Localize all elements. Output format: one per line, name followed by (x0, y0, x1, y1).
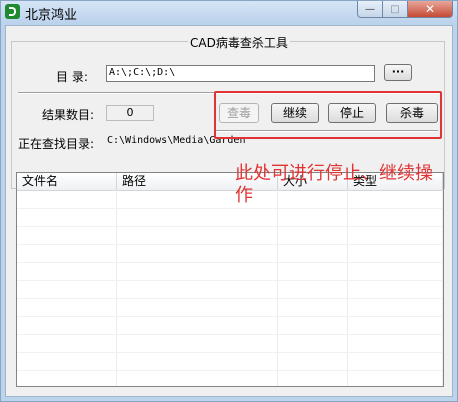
list-row (17, 280, 443, 281)
window-title: 北京鸿业 (25, 8, 78, 23)
result-count-label: 结果数目: (42, 108, 95, 122)
title-bar[interactable]: 北京鸿业 — □ ✕ (1, 1, 457, 23)
directory-input[interactable]: A:\;C:\;D:\ (106, 65, 375, 82)
list-row (17, 244, 443, 245)
app-window: 北京鸿业 — □ ✕ CAD病毒查杀工具 目 录: A:\;C:\;D:\ ··… (0, 0, 458, 402)
list-row (17, 226, 443, 227)
list-row (17, 298, 443, 299)
close-button[interactable]: ✕ (407, 1, 453, 18)
list-row (17, 316, 443, 317)
searching-dir-label: 正在查找目录: (18, 137, 95, 151)
list-row (17, 208, 443, 209)
annotation-text: 此处可进行停止、继续操作 (235, 163, 433, 206)
column-divider (442, 190, 443, 386)
group-title: CAD病毒查杀工具 (188, 34, 290, 51)
list-row (17, 352, 443, 353)
column-divider (277, 190, 278, 386)
app-logo-icon (5, 4, 20, 19)
list-row (17, 334, 443, 335)
maximize-button[interactable]: □ (382, 1, 408, 18)
annotation-highlight-box (214, 91, 442, 139)
column-divider (116, 190, 117, 386)
list-row (17, 262, 443, 263)
column-filename[interactable]: 文件名 (17, 173, 117, 190)
minimize-button[interactable]: — (357, 1, 383, 18)
browse-button[interactable]: ··· (384, 64, 412, 81)
column-divider (347, 190, 348, 386)
result-count-value: 0 (106, 105, 154, 121)
directory-label: 目 录: (56, 70, 88, 84)
list-row (17, 370, 443, 371)
